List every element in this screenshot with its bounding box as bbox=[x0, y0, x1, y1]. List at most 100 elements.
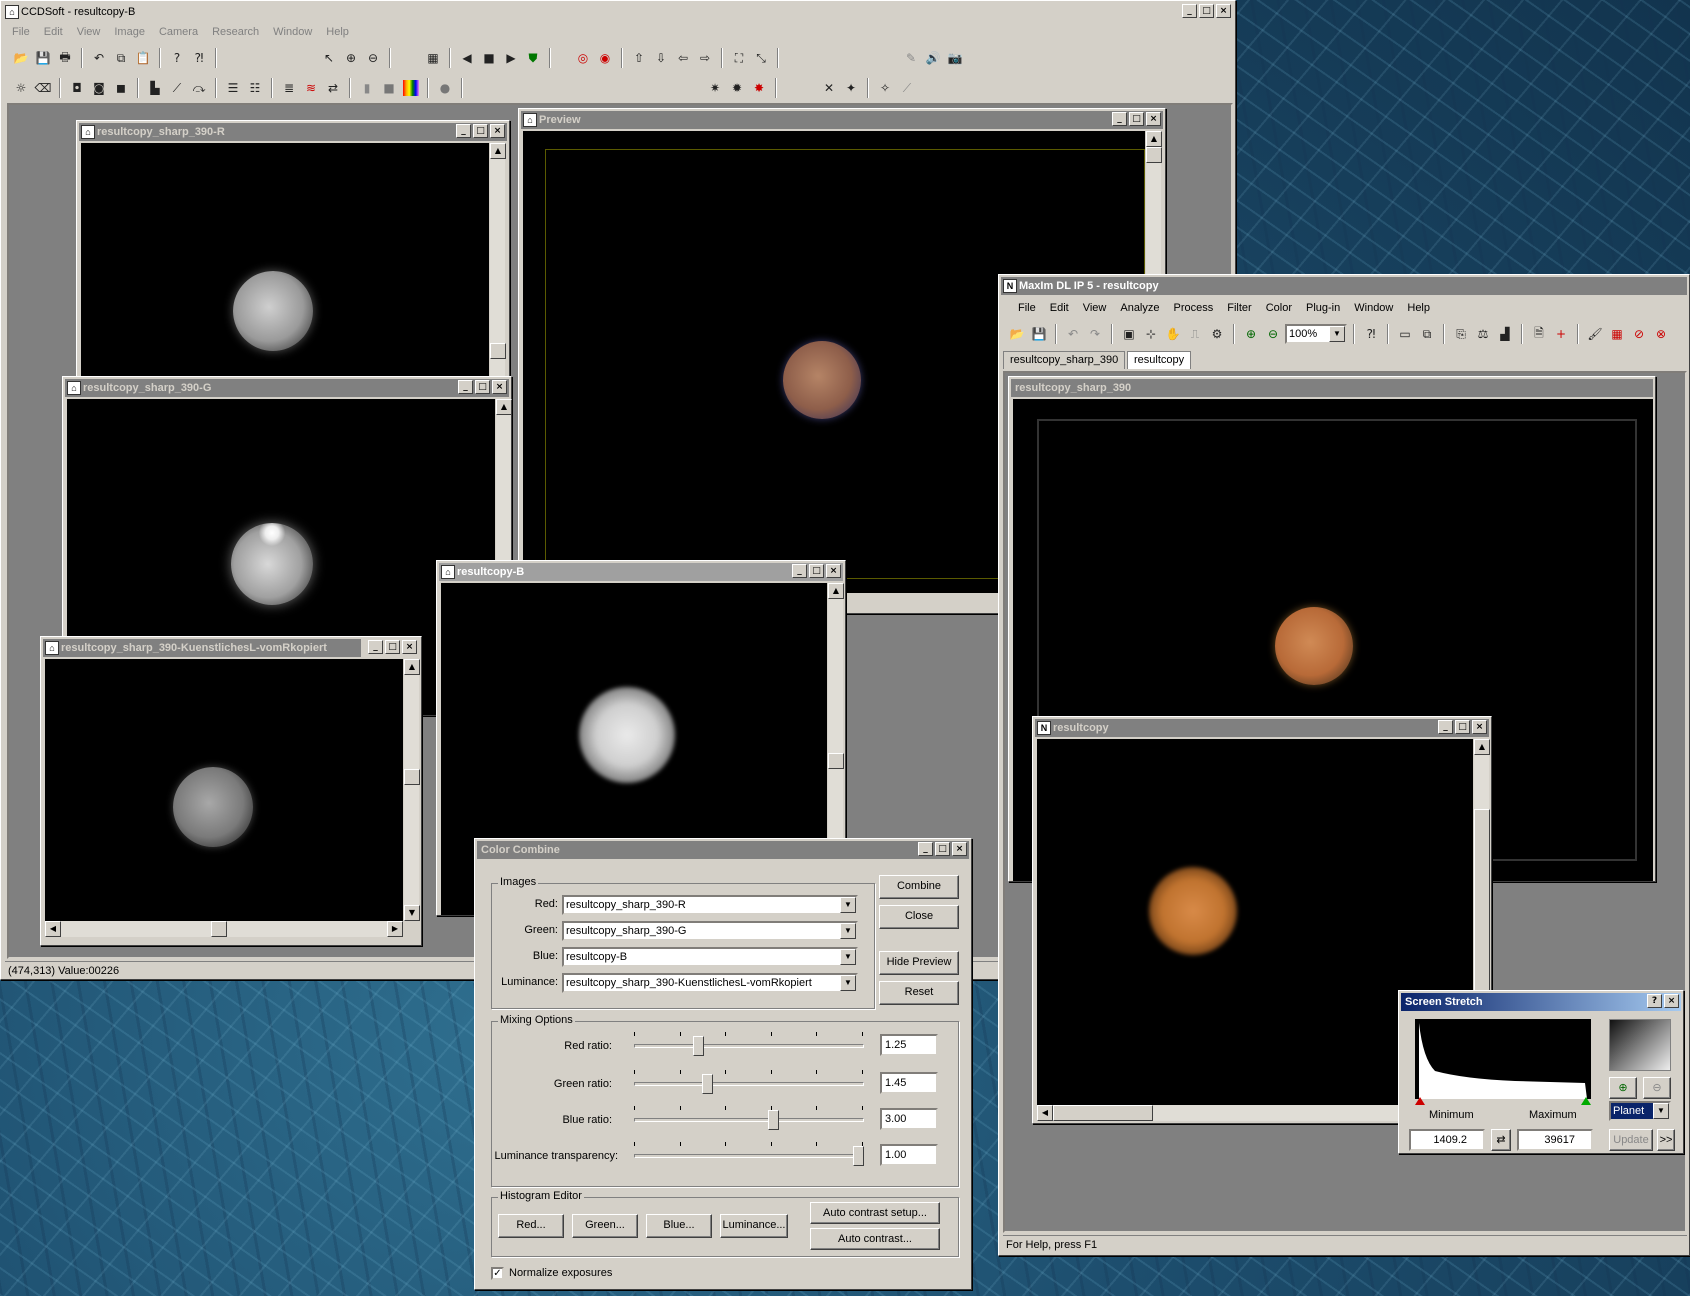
zoom-out-stretch-button[interactable]: ⊖ bbox=[1643, 1077, 1671, 1099]
green-histogram-button[interactable]: Green... bbox=[572, 1214, 638, 1238]
minimize-icon[interactable]: _ bbox=[1438, 720, 1453, 734]
blue-select[interactable]: resultcopy-B ▼ bbox=[562, 947, 858, 967]
menu-edit[interactable]: Edit bbox=[37, 23, 70, 41]
scroll-thumb[interactable] bbox=[1146, 147, 1162, 163]
image-luminance[interactable] bbox=[45, 659, 403, 921]
maximize-icon[interactable]: □ bbox=[385, 640, 400, 654]
brightness-icon[interactable]: ☼ bbox=[11, 78, 31, 98]
close-icon[interactable]: × bbox=[402, 640, 417, 654]
scroll-up-icon[interactable]: ▲ bbox=[496, 399, 512, 415]
brush-icon[interactable]: 🖌 bbox=[1585, 324, 1605, 344]
scroll-up-icon[interactable]: ▲ bbox=[828, 583, 844, 599]
menu-file[interactable]: File bbox=[1011, 299, 1043, 317]
pointer-icon[interactable]: ↖ bbox=[319, 48, 339, 68]
window-green-titlebar[interactable]: ⌂ resultcopy_sharp_390-G bbox=[65, 379, 509, 397]
open-icon[interactable]: 📂 bbox=[1007, 324, 1027, 344]
undo-icon[interactable]: ↶ bbox=[89, 48, 109, 68]
red-histogram-button[interactable]: Red... bbox=[498, 1214, 564, 1238]
horizontal-scrollbar[interactable]: ◀ ▶ bbox=[45, 921, 403, 937]
grid-icon[interactable]: ▦ bbox=[423, 48, 443, 68]
circle-icon[interactable]: ● bbox=[435, 78, 455, 98]
close-icon[interactable]: × bbox=[492, 380, 507, 394]
stop-red2-icon[interactable]: ⊗ bbox=[1651, 324, 1671, 344]
curve-icon[interactable]: ⟋ bbox=[167, 78, 187, 98]
menu-file[interactable]: File bbox=[5, 23, 37, 41]
context-help-icon[interactable]: ⁈ bbox=[1361, 324, 1381, 344]
combine-button[interactable]: Combine bbox=[879, 875, 959, 899]
maxim-titlebar[interactable]: N MaxIm DL IP 5 - resultcopy bbox=[1001, 277, 1687, 295]
chevron-down-icon[interactable]: ▼ bbox=[1653, 1103, 1669, 1119]
close-icon[interactable]: × bbox=[826, 564, 841, 578]
save-icon[interactable]: 💾 bbox=[33, 48, 53, 68]
close-icon[interactable]: × bbox=[1146, 112, 1161, 126]
paste-icon[interactable]: 📋 bbox=[133, 48, 153, 68]
close-button[interactable]: Close bbox=[879, 905, 959, 929]
star-a-icon[interactable]: ✷ bbox=[705, 78, 725, 98]
maximize-icon[interactable]: □ bbox=[809, 564, 824, 578]
preview-titlebar[interactable]: ⌂ Preview bbox=[521, 111, 1163, 129]
star-b-icon[interactable]: ✹ bbox=[727, 78, 747, 98]
menu-plugin[interactable]: Plug-in bbox=[1299, 299, 1347, 317]
stop-icon[interactable]: ■ bbox=[479, 48, 499, 68]
expand-icon[interactable]: ⛶ bbox=[729, 48, 749, 68]
star-d-icon[interactable]: ✦ bbox=[841, 78, 861, 98]
menu-filter[interactable]: Filter bbox=[1220, 299, 1258, 317]
maximize-icon[interactable]: □ bbox=[475, 380, 490, 394]
close-icon[interactable]: × bbox=[952, 842, 967, 856]
menu-color[interactable]: Color bbox=[1259, 299, 1299, 317]
hide-preview-button[interactable]: Hide Preview bbox=[879, 951, 959, 975]
update-button[interactable]: Update bbox=[1609, 1129, 1653, 1151]
arrow-left-icon[interactable]: ⇦ bbox=[673, 48, 693, 68]
tab-resultcopy-sharp-390[interactable]: resultcopy_sharp_390 bbox=[1003, 351, 1126, 369]
blue-ratio-slider[interactable] bbox=[634, 1104, 864, 1134]
star-c-icon[interactable]: ✸ bbox=[749, 78, 769, 98]
help-icon[interactable]: ? bbox=[167, 48, 187, 68]
balance-icon[interactable]: ⚖ bbox=[1473, 324, 1493, 344]
ruler-icon[interactable]: ▭ bbox=[1395, 324, 1415, 344]
scroll-up-icon[interactable]: ▲ bbox=[1146, 131, 1162, 147]
screen-stretch-titlebar[interactable]: Screen Stretch bbox=[1401, 993, 1681, 1011]
plus-icon[interactable]: + bbox=[1551, 324, 1571, 344]
image-icon[interactable]: ▣ bbox=[1119, 324, 1139, 344]
green-ratio-slider[interactable] bbox=[634, 1068, 864, 1098]
menu-analyze[interactable]: Analyze bbox=[1113, 299, 1166, 317]
chevron-down-icon[interactable]: ▼ bbox=[840, 897, 856, 913]
red-select[interactable]: resultcopy_sharp_390-R ▼ bbox=[562, 895, 858, 915]
arrow-up-icon[interactable]: ⇧ bbox=[629, 48, 649, 68]
maximize-icon[interactable]: □ bbox=[1199, 4, 1214, 18]
window-red-titlebar[interactable]: ⌂ resultcopy_sharp_390-R bbox=[79, 123, 507, 141]
star-large-icon[interactable]: ◼ bbox=[111, 78, 131, 98]
menu-camera[interactable]: Camera bbox=[152, 23, 205, 41]
scroll-thumb[interactable] bbox=[404, 769, 420, 785]
maximize-icon[interactable]: □ bbox=[1129, 112, 1144, 126]
ccdsoft-titlebar[interactable]: ⌂ CCDSoft - resultcopy-B bbox=[3, 3, 1233, 21]
slider-thumb[interactable] bbox=[702, 1074, 713, 1094]
zoom-select[interactable]: 100% ▼ bbox=[1285, 324, 1347, 344]
stop-red-icon[interactable]: ⊘ bbox=[1629, 324, 1649, 344]
x-icon[interactable]: ✕ bbox=[819, 78, 839, 98]
minimize-icon[interactable]: _ bbox=[918, 842, 933, 856]
green-select[interactable]: resultcopy_sharp_390-G ▼ bbox=[562, 921, 858, 941]
stack-icon[interactable]: ☰ bbox=[223, 78, 243, 98]
crosshair-icon[interactable]: ⊹ bbox=[1141, 324, 1161, 344]
targets-icon[interactable]: ◉ bbox=[595, 48, 615, 68]
slider-thumb[interactable] bbox=[693, 1036, 704, 1056]
scroll-right-icon[interactable]: ▶ bbox=[387, 921, 403, 937]
zoom-in-stretch-button[interactable]: ⊕ bbox=[1609, 1077, 1637, 1099]
chevron-down-icon[interactable]: ▼ bbox=[840, 923, 856, 939]
star-small-icon[interactable]: ◘ bbox=[67, 78, 87, 98]
scroll-up-icon[interactable]: ▲ bbox=[404, 659, 420, 675]
menu-view[interactable]: View bbox=[1076, 299, 1114, 317]
scroll-thumb[interactable] bbox=[828, 753, 844, 769]
copy-icon[interactable]: ⧉ bbox=[111, 48, 131, 68]
window-red-channel[interactable]: ⌂ resultcopy_sharp_390-R _ □ × ▲ bbox=[76, 120, 510, 390]
tab-resultcopy[interactable]: resultcopy bbox=[1127, 351, 1192, 369]
green-ratio-input[interactable]: 1.45 bbox=[880, 1072, 938, 1094]
reset-button[interactable]: Reset bbox=[879, 981, 959, 1005]
filter-icon[interactable]: ⛊ bbox=[523, 48, 543, 68]
stamp-icon[interactable]: ⎍ bbox=[1185, 324, 1205, 344]
chevron-down-icon[interactable]: ▼ bbox=[840, 949, 856, 965]
scroll-thumb[interactable] bbox=[1053, 1105, 1153, 1121]
scroll-thumb[interactable] bbox=[211, 921, 227, 937]
scroll-left-icon[interactable]: ◀ bbox=[45, 921, 61, 937]
